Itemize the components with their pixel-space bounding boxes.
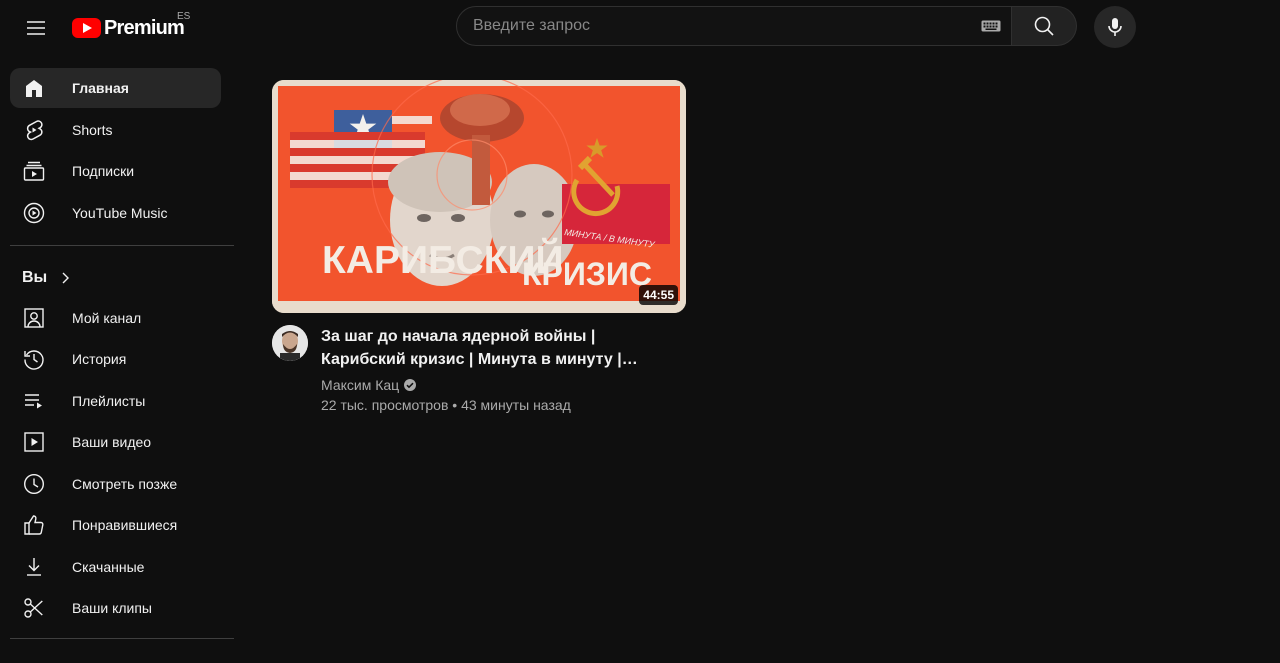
sidebar-item-label: Мой канал xyxy=(72,309,142,326)
duration-badge: 44:55 xyxy=(639,285,678,305)
sidebar-item-label: Плейлисты xyxy=(72,392,146,409)
avatar-image xyxy=(272,325,308,361)
verified-icon xyxy=(403,378,417,392)
your-channel-icon xyxy=(22,306,46,330)
sidebar-item-your-channel[interactable]: Мой канал xyxy=(10,298,221,338)
logo-text: Premium xyxy=(104,16,185,39)
video-info: За шаг до начала ядерной войны | Карибск… xyxy=(321,325,661,415)
sidebar: Главная Shorts Подписки YouTube Music Вы… xyxy=(0,56,240,663)
sidebar-item-playlists[interactable]: Плейлисты xyxy=(10,381,221,421)
thumbnail-image: КАРИБСКИЙ КРИЗИС МИНУТА / В МИНУТУ xyxy=(272,80,686,313)
sidebar-item-label: История xyxy=(72,351,127,367)
download-icon xyxy=(22,555,46,579)
history-icon xyxy=(22,347,46,371)
playlists-icon xyxy=(22,389,46,413)
scissors-icon xyxy=(22,596,46,620)
sidebar-divider xyxy=(10,244,234,246)
sidebar-item-label: Главная xyxy=(72,80,129,96)
sidebar-item-history[interactable]: История xyxy=(10,339,221,379)
video-title[interactable]: За шаг до начала ядерной войны | Карибск… xyxy=(321,325,661,371)
watch-later-icon xyxy=(22,472,46,496)
youtube-play-icon xyxy=(72,18,101,38)
country-code: ES xyxy=(177,11,191,22)
sidebar-item-label: Понравившиеся xyxy=(72,517,178,533)
sidebar-item-youtube-music[interactable]: YouTube Music xyxy=(10,193,221,233)
video-meta: За шаг до начала ядерной войны | Карибск… xyxy=(272,325,686,415)
sidebar-you-header[interactable]: Вы xyxy=(10,258,230,298)
you-section-title: Вы xyxy=(22,268,48,286)
sidebar-item-downloads[interactable]: Скачанные xyxy=(10,547,221,587)
subscriptions-icon xyxy=(22,159,46,183)
shorts-icon xyxy=(22,118,46,142)
sidebar-item-watch-later[interactable]: Смотреть позже xyxy=(10,464,221,504)
channel-name[interactable]: Максим Кац xyxy=(321,377,399,393)
sidebar-item-label: Смотреть позже xyxy=(72,475,178,492)
voice-search-button[interactable] xyxy=(1094,6,1136,48)
sidebar-item-liked[interactable]: Понравившиеся xyxy=(10,505,221,545)
sidebar-item-label: Ваши клипы xyxy=(72,600,152,616)
home-icon xyxy=(22,76,46,100)
sidebar-item-home[interactable]: Главная xyxy=(10,68,221,108)
sidebar-item-subscriptions[interactable]: Подписки xyxy=(10,151,221,191)
thumbnail-text-2: КРИЗИС xyxy=(522,256,652,292)
keyboard-icon[interactable] xyxy=(971,7,1011,45)
search-input[interactable] xyxy=(457,7,971,45)
chevron-right-icon xyxy=(57,270,73,286)
video-stats: 22 тыс. просмотров • 43 минуты назад xyxy=(321,397,571,413)
microphone-icon xyxy=(1108,18,1122,36)
sidebar-item-shorts[interactable]: Shorts xyxy=(10,110,221,150)
youtube-premium-logo[interactable]: Premium xyxy=(72,14,185,42)
video-card[interactable]: КАРИБСКИЙ КРИЗИС МИНУТА / В МИНУТУ 44:55… xyxy=(272,80,686,415)
thumbs-up-icon xyxy=(22,513,46,537)
sidebar-item-your-videos[interactable]: Ваши видео xyxy=(10,422,221,462)
search-icon xyxy=(1034,16,1054,36)
hamburger-icon xyxy=(27,21,45,35)
sidebar-item-clips[interactable]: Ваши клипы xyxy=(10,588,221,628)
channel-name-row: Максим Кац xyxy=(321,375,661,395)
sidebar-item-label: Shorts xyxy=(72,121,113,138)
guide-menu-button[interactable] xyxy=(16,8,56,48)
search-box xyxy=(456,6,1012,46)
sidebar-item-label: Подписки xyxy=(72,163,135,179)
video-thumbnail[interactable]: КАРИБСКИЙ КРИЗИС МИНУТА / В МИНУТУ 44:55 xyxy=(272,80,686,313)
your-videos-icon xyxy=(22,430,46,454)
channel-avatar[interactable] xyxy=(272,325,308,361)
sidebar-item-label: YouTube Music xyxy=(72,204,168,221)
sidebar-item-label: Ваши видео xyxy=(72,434,152,450)
sidebar-item-label: Скачанные xyxy=(72,558,145,575)
youtube-music-icon xyxy=(22,201,46,225)
sidebar-divider xyxy=(10,638,234,639)
search-button[interactable] xyxy=(1012,6,1077,46)
top-bar: Premium ES xyxy=(0,0,1280,56)
